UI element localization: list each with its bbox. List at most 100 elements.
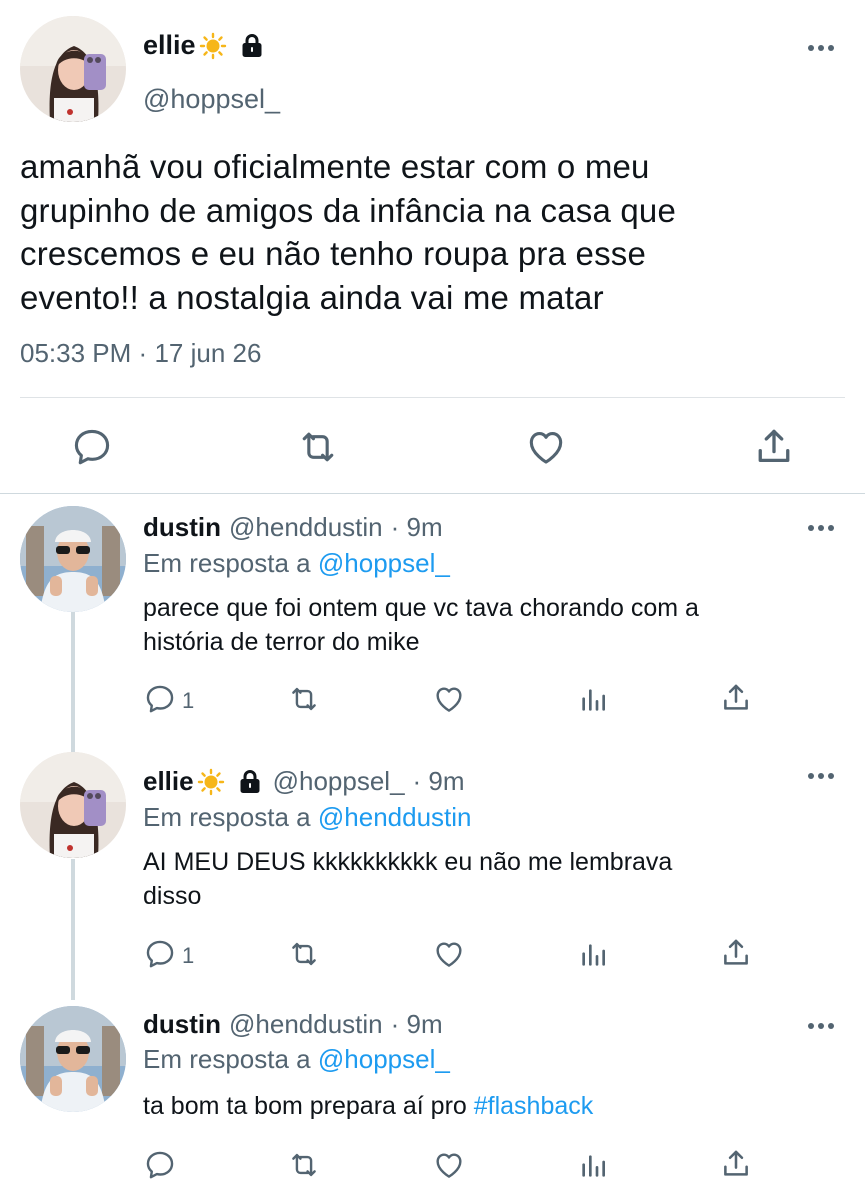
- tweet-text-line: grupinho de amigos da infância na casa q…: [20, 191, 677, 229]
- reply-time[interactable]: · 9m: [391, 1009, 443, 1040]
- reply-tweet[interactable]: ellie @hoppsel_ · 9m Em resposta a @hend…: [0, 749, 865, 1000]
- like-icon: [432, 682, 466, 716]
- reply-count: 1: [182, 688, 195, 713]
- tweet-text-line: parece que foi ontem que vc tava chorand…: [143, 594, 699, 622]
- reply-icon: [143, 937, 177, 971]
- thread-line: [71, 859, 75, 1000]
- retweet-icon: [296, 425, 340, 469]
- mention-link[interactable]: @henddustin: [318, 802, 472, 832]
- tweet-text-line: história de terror do mike: [143, 628, 420, 656]
- like-button[interactable]: [524, 425, 568, 469]
- display-name[interactable]: ellie: [143, 766, 194, 797]
- share-button[interactable]: [719, 936, 753, 970]
- display-name[interactable]: dustin: [143, 512, 221, 543]
- more-icon[interactable]: [806, 43, 836, 53]
- views-icon: [577, 684, 609, 716]
- in-reply-to: Em resposta a @hoppsel_: [143, 548, 450, 579]
- reply-button[interactable]: [143, 937, 177, 971]
- display-name[interactable]: dustin: [143, 1009, 221, 1040]
- retweet-button[interactable]: [287, 682, 321, 716]
- retweet-icon: [287, 937, 321, 971]
- in-reply-prefix: Em resposta a: [143, 802, 311, 832]
- display-name[interactable]: ellie: [143, 30, 265, 61]
- share-icon: [752, 425, 796, 469]
- in-reply-to: Em resposta a @hoppsel_: [143, 1044, 450, 1075]
- avatar[interactable]: [20, 1006, 126, 1112]
- mention-link[interactable]: @hoppsel_: [318, 548, 450, 578]
- reply-tweet[interactable]: dustin @henddustin · 9m Em resposta a @h…: [0, 1000, 865, 1200]
- in-reply-prefix: Em resposta a: [143, 1044, 311, 1074]
- sun-emoji-icon: [197, 768, 225, 796]
- like-button[interactable]: [432, 937, 466, 971]
- retweet-button[interactable]: [287, 1148, 321, 1182]
- retweet-button[interactable]: [287, 937, 321, 971]
- like-button[interactable]: [432, 1148, 466, 1182]
- in-reply-prefix: Em resposta a: [143, 548, 311, 578]
- tweet-text-line: crescemos e eu não tenho roupa pra esse: [20, 235, 647, 272]
- avatar[interactable]: [20, 506, 126, 612]
- reply-time[interactable]: · 9m: [391, 512, 443, 543]
- retweet-button[interactable]: [296, 425, 340, 469]
- tweet-text: amanhã vou oficialmente estar com o meu …: [20, 145, 820, 319]
- mention-link[interactable]: @hoppsel_: [318, 1044, 450, 1074]
- reply-tweet[interactable]: dustin @henddustin · 9m Em resposta a @h…: [0, 494, 865, 749]
- views-button[interactable]: [577, 684, 611, 718]
- thread-line: [71, 612, 75, 749]
- reply-time[interactable]: · 9m: [413, 766, 465, 797]
- share-button[interactable]: [752, 425, 796, 469]
- share-button[interactable]: [719, 681, 753, 715]
- share-icon: [719, 936, 753, 970]
- username[interactable]: @hoppsel_: [143, 84, 280, 115]
- reply-icon: [143, 682, 177, 716]
- share-icon: [719, 681, 753, 715]
- views-button[interactable]: [577, 1150, 611, 1184]
- share-button[interactable]: [719, 1147, 753, 1181]
- views-icon: [577, 939, 609, 971]
- reply-button[interactable]: [70, 425, 114, 469]
- tweet-text-line: AI MEU DEUS kkkkkkkkkk eu não me lembrav…: [143, 848, 673, 876]
- tweet-text: ta bom ta bom prepara aí pro #flashback: [143, 1089, 843, 1123]
- lock-icon: [237, 768, 263, 796]
- reply-header: dustin @henddustin · 9m: [143, 512, 443, 543]
- views-icon: [577, 1150, 609, 1182]
- tweet-text: AI MEU DEUS kkkkkkkkkk eu não me lembrav…: [143, 845, 843, 913]
- tweet-date: 17 jun 26: [154, 338, 262, 368]
- tweet-text-line: ta bom ta bom prepara aí pro: [143, 1092, 474, 1120]
- tweet-text: parece que foi ontem que vc tava chorand…: [143, 591, 843, 659]
- tweet-text-line: disso: [143, 882, 202, 910]
- divider: [20, 397, 845, 398]
- views-button[interactable]: [577, 939, 611, 973]
- sun-emoji-icon: [199, 32, 227, 60]
- reply-header: ellie @hoppsel_ · 9m: [143, 766, 465, 797]
- reply-count: 1: [182, 943, 195, 968]
- like-icon: [524, 425, 568, 469]
- more-icon[interactable]: [806, 771, 836, 781]
- reply-button[interactable]: [143, 682, 177, 716]
- display-name-text: ellie: [143, 30, 196, 60]
- username[interactable]: @henddustin: [229, 512, 383, 543]
- reply-icon: [143, 1148, 177, 1182]
- retweet-icon: [287, 1148, 321, 1182]
- reply-header: dustin @henddustin · 9m: [143, 1009, 443, 1040]
- in-reply-to: Em resposta a @henddustin: [143, 802, 472, 833]
- meta-separator: ·: [138, 338, 148, 368]
- hashtag-link[interactable]: #flashback: [474, 1092, 594, 1120]
- tweet-text-line: amanhã vou oficialmente estar com o meu: [20, 148, 650, 185]
- avatar[interactable]: [20, 752, 126, 858]
- like-icon: [432, 937, 466, 971]
- like-button[interactable]: [432, 682, 466, 716]
- more-icon[interactable]: [806, 523, 836, 533]
- username[interactable]: @hoppsel_: [273, 766, 405, 797]
- retweet-icon: [287, 682, 321, 716]
- tweet-time: 05:33 PM: [20, 338, 132, 368]
- username[interactable]: @henddustin: [229, 1009, 383, 1040]
- share-icon: [719, 1147, 753, 1181]
- tweet-text-line: evento!! a nostalgia ainda vai me matar: [20, 278, 604, 316]
- reply-button[interactable]: [143, 1148, 177, 1182]
- tweet-timestamp[interactable]: 05:33 PM · 17 jun 26: [20, 338, 261, 369]
- more-icon[interactable]: [806, 1021, 836, 1031]
- reply-icon: [70, 425, 114, 469]
- lock-icon: [239, 32, 265, 60]
- avatar[interactable]: [20, 16, 126, 122]
- main-tweet: ellie @hoppsel_ amanhã vou oficialmente …: [0, 0, 865, 493]
